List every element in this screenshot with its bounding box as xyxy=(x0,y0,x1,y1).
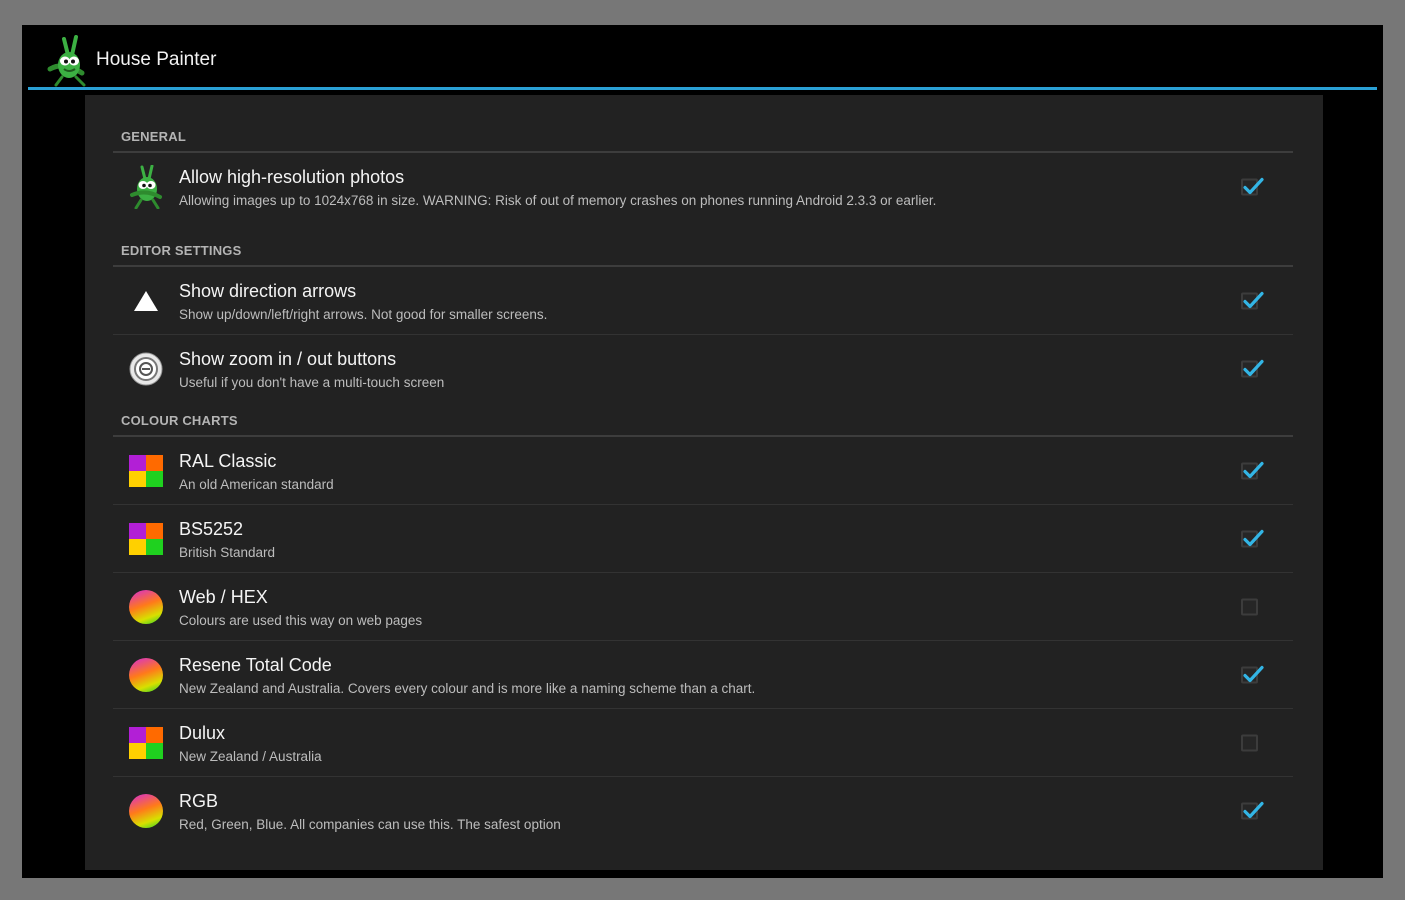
pref-ral-classic[interactable]: RAL Classic An old American standard xyxy=(113,437,1293,505)
checkmark-icon xyxy=(1243,177,1264,195)
pref-title: RGB xyxy=(179,791,219,811)
color-squares-icon xyxy=(127,452,165,490)
pref-high-resolution-photos[interactable]: Allow high-resolution photos Allowing im… xyxy=(113,153,1293,221)
color-ball-icon xyxy=(127,792,165,830)
pref-dulux[interactable]: Dulux New Zealand / Australia xyxy=(113,709,1293,777)
app-title: House Painter xyxy=(96,49,217,70)
preference-list: GENERAL Allow high-resolution photos All… xyxy=(113,95,1293,845)
pref-summary: Red, Green, Blue. All companies can use … xyxy=(179,817,561,832)
checkmark-icon xyxy=(1243,801,1264,819)
grasshopper-icon[interactable] xyxy=(42,35,92,87)
checkmark-icon xyxy=(1243,359,1264,377)
pref-bs5252[interactable]: BS5252 British Standard xyxy=(113,505,1293,573)
pref-summary: Colours are used this way on web pages xyxy=(179,613,423,628)
zoom-icon xyxy=(127,350,165,388)
web-hex-checkbox[interactable] xyxy=(1241,598,1258,615)
settings-panel: GENERAL Allow high-resolution photos All… xyxy=(85,95,1323,870)
zoom-buttons-checkbox[interactable] xyxy=(1241,359,1264,378)
dulux-checkbox[interactable] xyxy=(1241,734,1258,751)
pref-summary: New Zealand / Australia xyxy=(179,749,322,764)
direction-arrows-checkbox[interactable] xyxy=(1241,291,1264,309)
pref-title: Show direction arrows xyxy=(179,281,357,301)
pref-summary: New Zealand and Australia. Covers every … xyxy=(179,681,756,696)
high-resolution-checkbox[interactable] xyxy=(1241,177,1264,196)
category-colour-charts: COLOUR CHARTS xyxy=(113,403,1293,437)
pref-summary: Show up/down/left/right arrows. Not good… xyxy=(179,307,548,322)
pref-title: Show zoom in / out buttons xyxy=(179,349,397,369)
checkmark-icon xyxy=(1243,291,1264,308)
pref-summary: An old American standard xyxy=(179,477,334,492)
category-label: COLOUR CHARTS xyxy=(121,413,238,428)
checkmark-icon xyxy=(1243,665,1264,682)
arrow-up-icon xyxy=(127,282,165,320)
device-screen: House Painter GENERAL Allow high-resolut… xyxy=(22,25,1383,878)
category-general: GENERAL xyxy=(113,95,1293,153)
color-ball-icon xyxy=(127,588,165,626)
pref-resene-total-code[interactable]: Resene Total Code New Zealand and Austra… xyxy=(113,641,1293,709)
checkmark-icon xyxy=(1243,461,1264,478)
grasshopper-icon xyxy=(127,165,165,209)
color-squares-icon xyxy=(127,520,165,558)
ral-classic-checkbox[interactable] xyxy=(1241,461,1264,479)
color-squares-icon xyxy=(127,724,165,762)
pref-title: BS5252 xyxy=(179,519,244,539)
action-bar-divider xyxy=(28,87,1377,90)
rgb-checkbox[interactable] xyxy=(1241,801,1264,820)
category-editor-settings: EDITOR SETTINGS xyxy=(113,221,1293,267)
checkmark-icon xyxy=(1243,529,1264,546)
color-ball-icon xyxy=(127,656,165,694)
pref-title: RAL Classic xyxy=(179,451,277,471)
pref-rgb[interactable]: RGB Red, Green, Blue. All companies can … xyxy=(113,777,1293,845)
pref-title: Resene Total Code xyxy=(179,655,332,675)
pref-title: Web / HEX xyxy=(179,587,268,607)
pref-title: Allow high-resolution photos xyxy=(179,167,405,187)
pref-summary: British Standard xyxy=(179,545,276,560)
pref-summary: Allowing images up to 1024x768 in size. … xyxy=(179,193,937,208)
pref-direction-arrows[interactable]: Show direction arrows Show up/down/left/… xyxy=(113,267,1293,335)
pref-web-hex[interactable]: Web / HEX Colours are used this way on w… xyxy=(113,573,1293,641)
bs5252-checkbox[interactable] xyxy=(1241,529,1264,547)
resene-checkbox[interactable] xyxy=(1241,665,1264,683)
pref-summary: Useful if you don't have a multi-touch s… xyxy=(179,375,445,390)
pref-title: Dulux xyxy=(179,723,226,743)
category-label: EDITOR SETTINGS xyxy=(121,243,242,258)
action-bar: House Painter xyxy=(28,25,1377,87)
pref-zoom-buttons[interactable]: Show zoom in / out buttons Useful if you… xyxy=(113,335,1293,403)
category-label: GENERAL xyxy=(121,129,186,144)
